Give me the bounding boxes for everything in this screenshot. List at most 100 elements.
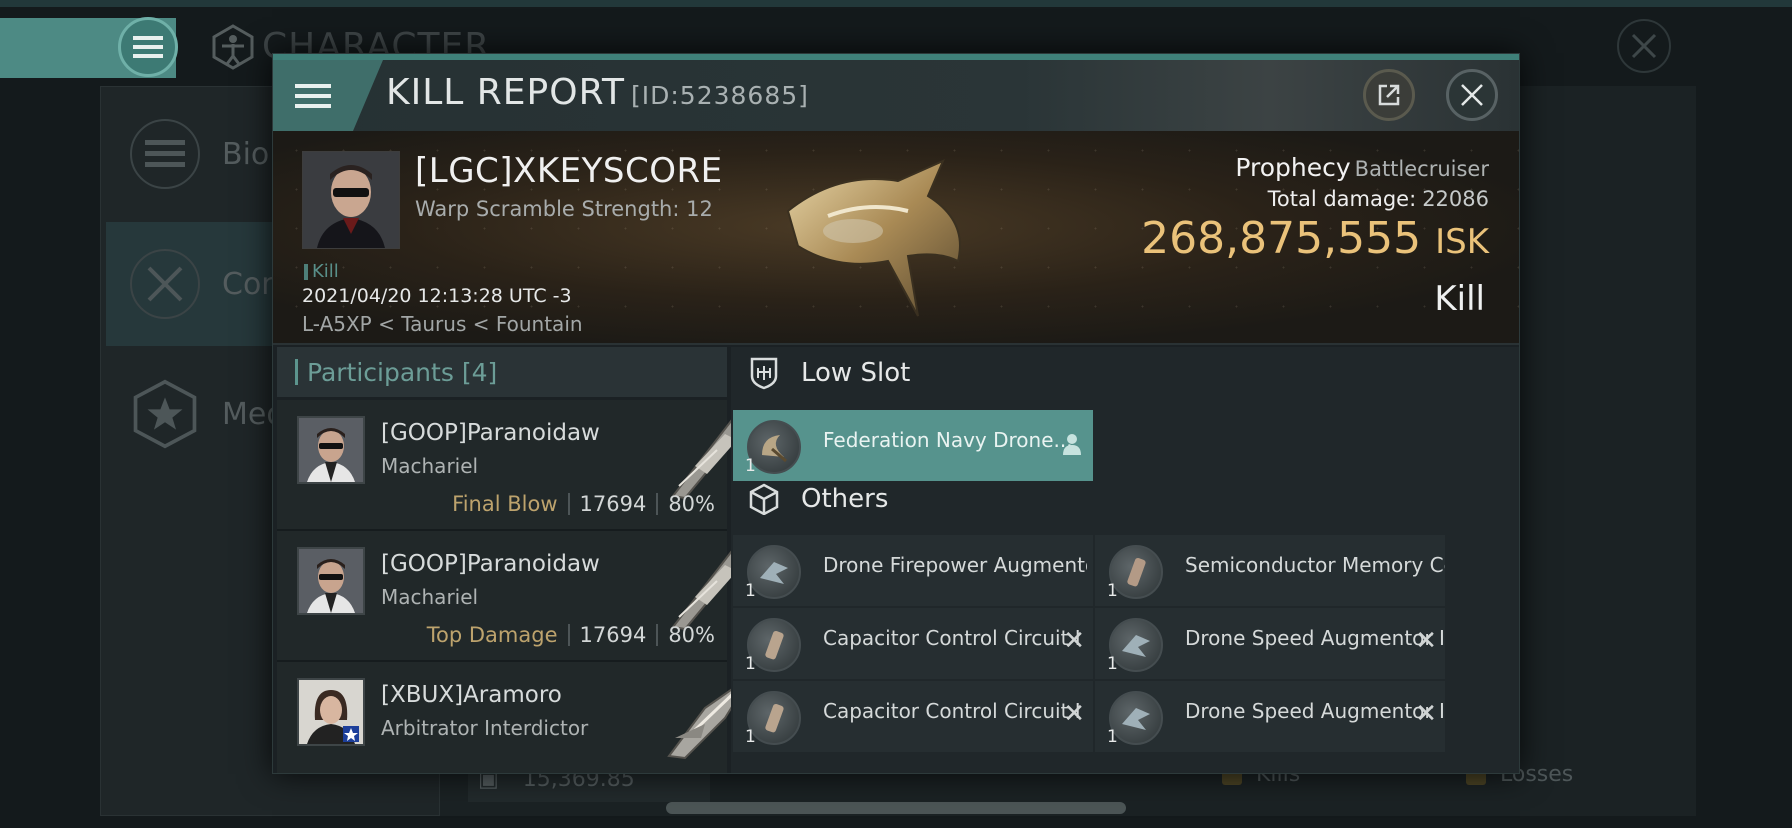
item-others[interactable]: 1 Drone Speed Augmentor II ✕ (1095, 681, 1445, 752)
item-others[interactable]: 1 Semiconductor Memory Cel... (1095, 535, 1445, 606)
item-name: Capacitor Control Circuit I (823, 699, 1081, 723)
item-name: Semiconductor Memory Cel... (1185, 553, 1445, 577)
destroyed-x-icon: ✕ (1063, 626, 1085, 656)
item-name: Drone Speed Augmentor II (1185, 626, 1445, 650)
background-close-button[interactable] (1617, 19, 1671, 73)
isk-value: 268,875,555 ISK (1141, 213, 1489, 264)
close-button[interactable] (1446, 69, 1498, 121)
participant-portrait[interactable] (297, 678, 365, 746)
modal-header: KILL REPORT [ID:5238685] (273, 60, 1519, 131)
victim-ship-image[interactable] (768, 141, 988, 331)
others-header: Others (731, 473, 1519, 525)
participant-ship: Machariel (381, 585, 479, 609)
destroyed-x-icon: ✕ (1415, 699, 1437, 729)
top-edge-line (0, 0, 1792, 7)
close-icon (1461, 84, 1483, 106)
participant-percent: 80% (668, 623, 715, 647)
participant-ship: Arbitrator Interdictor (381, 716, 589, 740)
victim-portrait[interactable] (302, 151, 400, 249)
participant-row[interactable]: [GOOP]Paranoidaw Machariel Top Damage 176… (277, 531, 753, 662)
kill-location[interactable]: L-A5XP < Taurus < Fountain (302, 312, 583, 336)
star-medal-icon (130, 379, 200, 449)
destroyed-x-icon: ✕ (1063, 699, 1085, 729)
item-others[interactable]: 1 Drone Speed Augmentor II ✕ (1095, 608, 1445, 679)
item-name: Federation Navy Drone... (823, 428, 1073, 452)
participant-stats: Top Damage 17694 80% (427, 623, 715, 647)
low-slot-icon (747, 356, 781, 390)
low-slot-label: Low Slot (801, 358, 911, 388)
participants-header: Participants [4] (277, 347, 727, 397)
participants-panel: Participants [4] [GOOP]Paranoidaw Machar… (277, 347, 753, 773)
participants-count: [4] (461, 357, 498, 387)
isk-unit: ISK (1435, 222, 1489, 262)
hamburger-icon (133, 36, 163, 58)
item-name: Capacitor Control Circuit I (823, 626, 1081, 650)
participant-portrait[interactable] (297, 416, 365, 484)
participant-ship: Machariel (381, 454, 479, 478)
participant-name[interactable]: [GOOP]Paranoidaw (381, 551, 600, 577)
list-icon (130, 119, 200, 189)
report-type: Kill (1434, 279, 1485, 319)
item-quantity: 1 (1107, 581, 1118, 601)
destroyed-x-icon: ✕ (1415, 626, 1437, 656)
victim-ship[interactable]: Prophecy Battlecruiser (1235, 153, 1489, 182)
hamburger-icon (295, 83, 331, 108)
kill-datetime: 2021/04/20 12:13:28 UTC -3 (302, 285, 572, 307)
item-name: Drone Speed Augmentor II (1185, 699, 1445, 723)
participant-portrait[interactable] (297, 547, 365, 615)
participant-percent: 80% (668, 492, 715, 516)
kill-tag: Kill (304, 261, 339, 282)
modal-title-text: KILL REPORT (386, 72, 625, 113)
participant-row[interactable]: [GOOP]Paranoidaw Machariel Final Blow 176… (277, 400, 753, 531)
kill-tag-label: Kill (312, 261, 339, 282)
participant-damage: 17694 (579, 492, 647, 516)
home-indicator-bar (666, 802, 1126, 814)
total-damage-value: 22086 (1422, 187, 1489, 211)
stats-separator (656, 493, 659, 515)
item-quantity: 1 (1107, 727, 1118, 747)
stats-separator (656, 624, 659, 646)
item-quantity: 1 (745, 727, 756, 747)
background-menu-button[interactable] (118, 17, 178, 77)
ship-name: Prophecy (1235, 153, 1351, 182)
victim-name[interactable]: [LGC]XKEYSCORE (415, 151, 723, 191)
participants-header-bar (295, 359, 298, 385)
item-quantity: 1 (745, 654, 756, 674)
stats-separator (567, 493, 570, 515)
victim-banner: [LGC]XKEYSCORE Warp Scramble Strength: 1… (273, 131, 1519, 345)
isk-amount: 268,875,555 (1141, 213, 1422, 264)
participant-name[interactable]: [XBUX]Aramoro (381, 682, 562, 708)
items-panel: Low Slot 1 Federation Navy Drone... Othe… (731, 347, 1519, 773)
modal-title: KILL REPORT [ID:5238685] (386, 72, 809, 113)
kill-tag-bar (304, 263, 308, 280)
total-damage-label: Total damage: (1267, 187, 1417, 211)
others-label: Others (801, 484, 889, 514)
item-others[interactable]: 1 Capacitor Control Circuit I ✕ (733, 681, 1093, 752)
cargo-box-icon (747, 482, 781, 516)
item-others[interactable]: 1 Capacitor Control Circuit I ✕ (733, 608, 1093, 679)
close-icon (1631, 33, 1657, 59)
item-others[interactable]: 1 Drone Firepower Augmento... (733, 535, 1093, 606)
item-quantity: 1 (745, 581, 756, 601)
stats-separator (567, 624, 570, 646)
participant-tag: Final Blow (452, 492, 558, 516)
modal-menu-button[interactable] (273, 60, 383, 131)
ship-class: Battlecruiser (1354, 157, 1489, 181)
share-icon (1378, 84, 1400, 106)
item-low-slot[interactable]: 1 Federation Navy Drone... (733, 410, 1093, 481)
participant-row[interactable]: [XBUX]Aramoro Arbitrator Interdictor (277, 662, 752, 773)
item-name: Drone Firepower Augmento... (823, 553, 1087, 577)
background-nav-label: Bio (222, 136, 270, 172)
crossed-swords-icon (130, 249, 200, 319)
character-icon (210, 24, 256, 70)
kill-id: [ID:5238685] (630, 81, 809, 110)
participant-tag: Top Damage (426, 623, 558, 647)
low-slot-header: Low Slot (731, 347, 1519, 399)
participants-label: Participants (307, 357, 454, 387)
item-quantity: 1 (1107, 654, 1118, 674)
person-icon (1063, 434, 1081, 455)
total-damage: Total damage: 22086 (1268, 187, 1489, 211)
participant-name[interactable]: [GOOP]Paranoidaw (381, 420, 600, 446)
share-button[interactable] (1363, 69, 1415, 121)
warp-scramble-strength: Warp Scramble Strength: 12 (415, 197, 713, 221)
